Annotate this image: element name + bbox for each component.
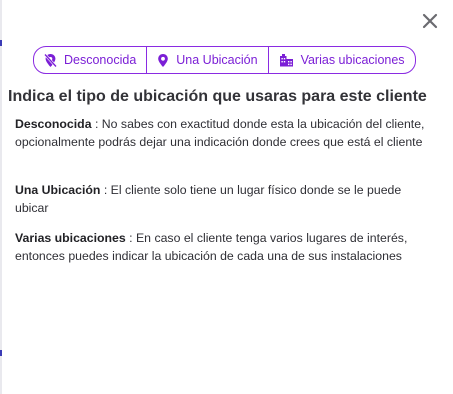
description-unknown: Desconocida : No sabes con exactitud don… — [15, 116, 435, 151]
location-pin-icon — [158, 53, 169, 67]
description-term: Varias ubicaciones — [15, 231, 126, 245]
location-type-unknown-button[interactable]: Desconocida — [34, 47, 146, 73]
location-type-multiple-label: Varias ubicaciones — [300, 53, 405, 67]
buildings-icon — [279, 54, 293, 67]
close-icon — [422, 13, 438, 29]
description-multiple: Varias ubicaciones : En caso el cliente … — [15, 230, 435, 265]
location-type-dialog: Desconocida Una Ubicación Varias ubicaci… — [2, 0, 453, 394]
location-type-toggle-group: Desconocida Una Ubicación Varias ubicaci… — [33, 46, 416, 74]
dialog-title: Indica el tipo de ubicación que usaras p… — [8, 88, 427, 105]
description-separator: : — [91, 117, 102, 131]
location-type-multiple-button[interactable]: Varias ubicaciones — [267, 47, 415, 73]
description-separator: : — [100, 183, 111, 197]
description-term: Desconocida — [15, 117, 92, 131]
location-type-single-label: Una Ubicación — [176, 53, 258, 67]
location-type-unknown-label: Desconocida — [64, 53, 137, 67]
description-term: Una Ubicación — [15, 183, 101, 197]
description-single: Una Ubicación : El cliente solo tiene un… — [15, 182, 435, 217]
description-separator: : — [125, 231, 136, 245]
location-type-single-button[interactable]: Una Ubicación — [146, 47, 267, 73]
close-button[interactable] — [419, 10, 441, 32]
location-off-icon — [44, 53, 57, 67]
